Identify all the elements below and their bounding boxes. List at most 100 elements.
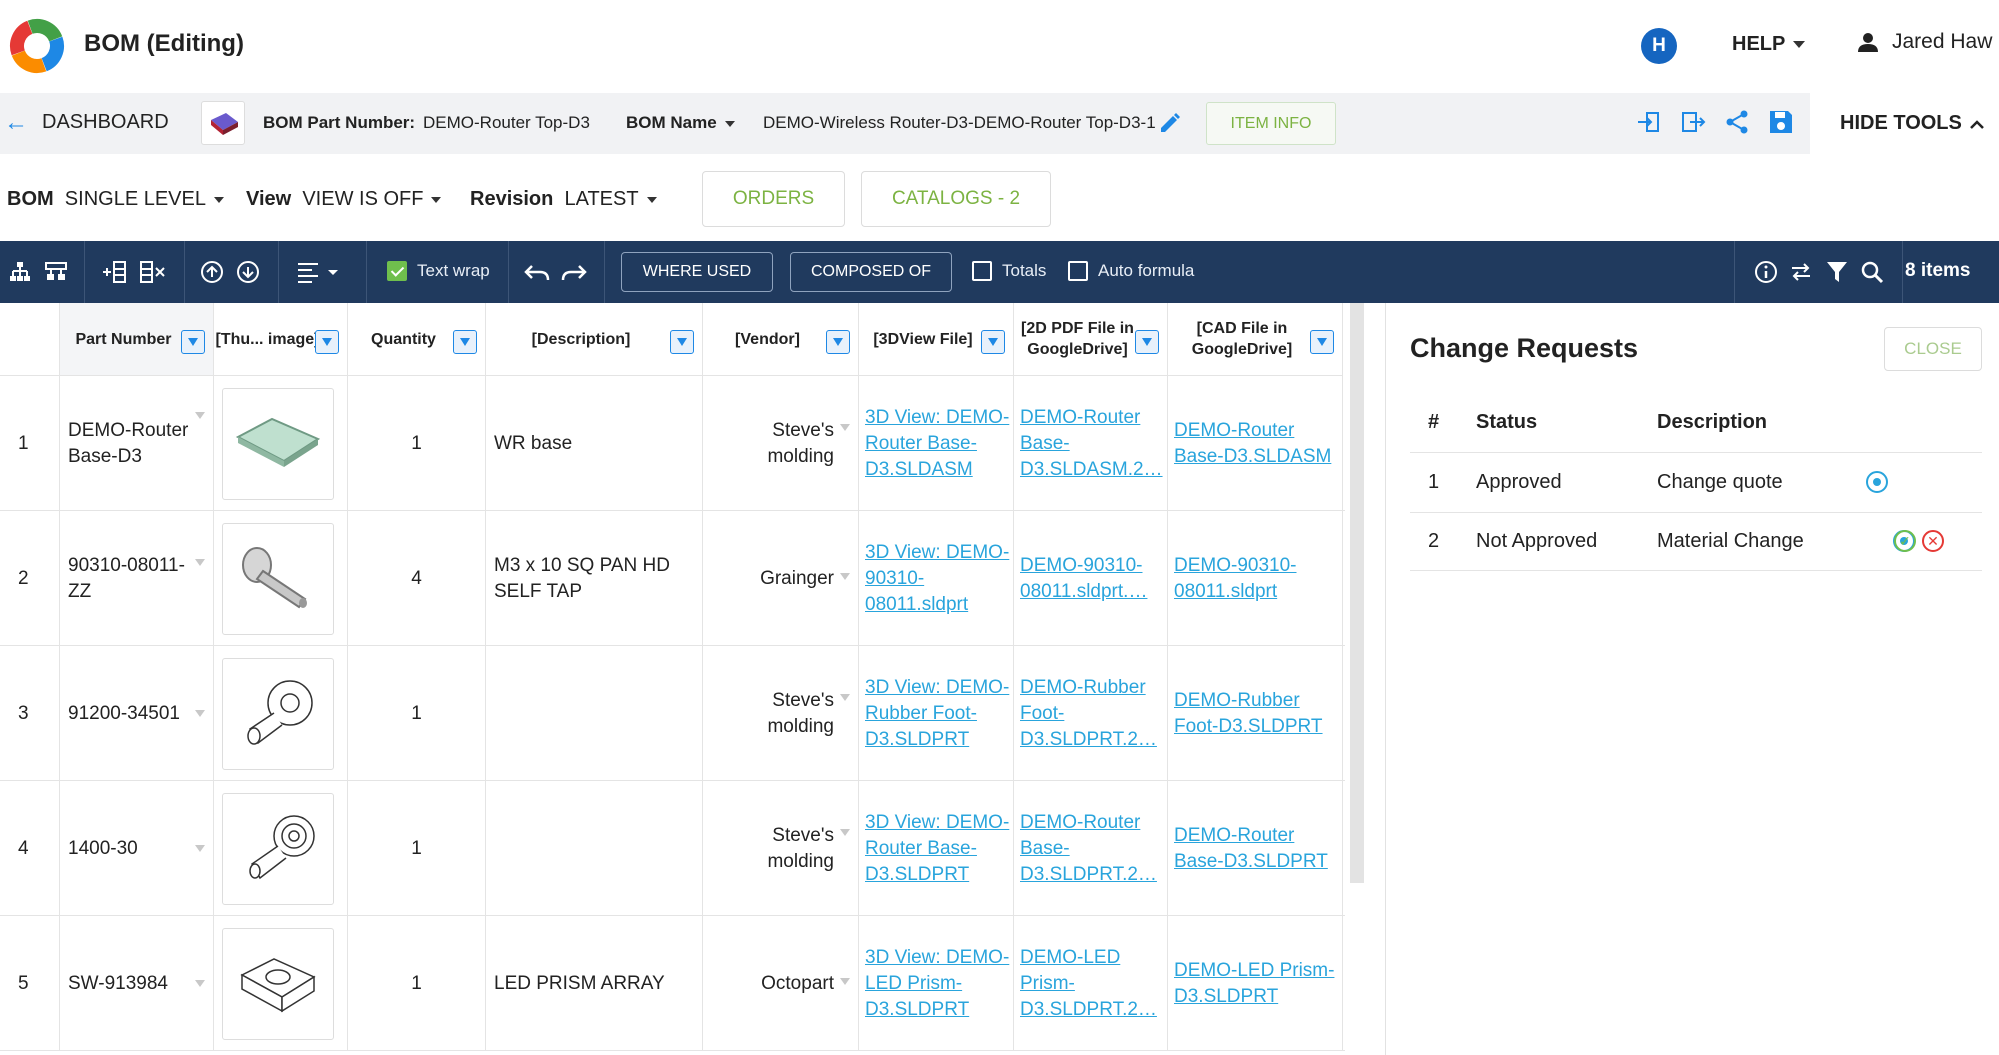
column-filter-icon[interactable] (315, 330, 339, 354)
thumbnail-cell[interactable] (214, 646, 348, 781)
header-3dview-file[interactable]: [3DView File] (859, 303, 1014, 376)
column-filter-icon[interactable] (981, 330, 1005, 354)
vendor-cell[interactable]: Grainger (703, 511, 859, 646)
description-cell[interactable]: LED PRISM ARRAY (486, 916, 703, 1051)
vendor-cell[interactable]: Steve's molding (703, 646, 859, 781)
dashboard-link[interactable]: ← DASHBOARD (4, 110, 169, 134)
revision-dropdown[interactable]: Revision LATEST (470, 188, 657, 211)
view-icon[interactable] (1866, 471, 1888, 493)
move-down-icon[interactable] (236, 260, 260, 284)
part-image[interactable] (222, 522, 334, 635)
vendor-cell[interactable]: Steve's molding (703, 376, 859, 511)
3dview-link[interactable]: 3D View: DEMO-90310-08011.sldprt (865, 540, 1013, 618)
totals-checkbox[interactable]: Totals (972, 261, 1046, 281)
column-filter-icon[interactable] (453, 330, 477, 354)
where-used-button[interactable]: WHERE USED (621, 252, 773, 292)
header-part-number[interactable]: Part Number (60, 303, 214, 376)
vendor-cell[interactable]: Steve's molding (703, 781, 859, 916)
header-thumbnail[interactable]: [Thu... image] (214, 303, 348, 376)
header-cad-file[interactable]: [CAD File in GoogleDrive] (1168, 303, 1343, 376)
quantity-cell[interactable]: 1 (348, 646, 486, 781)
app-logo-icon[interactable] (8, 17, 66, 75)
quantity-cell[interactable]: 1 (348, 376, 486, 511)
quantity-cell[interactable]: 4 (348, 511, 486, 646)
thumbnail-cell[interactable] (214, 916, 348, 1051)
thumbnail-cell[interactable] (214, 511, 348, 646)
description-cell[interactable] (486, 781, 703, 916)
cell-dropdown-icon[interactable] (195, 412, 205, 419)
cell-dropdown-icon[interactable] (195, 710, 205, 717)
view-dropdown[interactable]: View VIEW IS OFF (246, 188, 442, 211)
bom-name-dropdown[interactable]: BOM Name (626, 113, 735, 133)
cad-link[interactable]: DEMO-LED Prism-D3.SLDPRT (1174, 958, 1342, 1010)
header-2d-pdf-file[interactable]: [2D PDF File in GoogleDrive] (1014, 303, 1168, 376)
cell-dropdown-icon[interactable] (840, 424, 850, 431)
part-number-cell[interactable]: 91200-34501 (60, 646, 214, 781)
move-up-icon[interactable] (200, 260, 224, 284)
table-row[interactable]: 3 91200-34501 1 Steve's molding 3D View:… (0, 646, 1345, 781)
pdf-link[interactable]: DEMO-Rubber Foot-D3.SLDPRT.2… (1020, 675, 1167, 753)
column-filter-icon[interactable] (1310, 330, 1334, 354)
table-row[interactable]: 1 DEMO-Router Base-D3 1 WR base Steve's … (0, 376, 1345, 511)
pdf-link[interactable]: DEMO-Router Base-D3.SLDASM.2… (1020, 405, 1167, 483)
quantity-cell[interactable]: 1 (348, 781, 486, 916)
search-icon[interactable] (1860, 260, 1884, 284)
help-menu[interactable]: HELP (1732, 33, 1806, 56)
pdf-link[interactable]: DEMO-90310-08011.sldprt.… (1020, 553, 1167, 605)
thumbnail-cell[interactable] (214, 376, 348, 511)
description-cell[interactable]: M3 x 10 SQ PAN HD SELF TAP (486, 511, 703, 646)
header-quantity[interactable]: Quantity (348, 303, 486, 376)
export-icon[interactable] (1680, 109, 1706, 135)
avatar[interactable]: H (1641, 28, 1677, 64)
hide-tools-toggle[interactable]: HIDE TOOLS (1810, 93, 1999, 154)
cad-link[interactable]: DEMO-90310-08011.sldprt (1174, 553, 1342, 605)
cad-link[interactable]: DEMO-Router Base-D3.SLDPRT (1174, 823, 1342, 875)
table-row[interactable]: 2 90310-08011-ZZ 4 M3 x 10 SQ PAN HD SEL… (0, 511, 1345, 646)
part-thumbnail[interactable] (201, 101, 245, 145)
share-icon[interactable] (1724, 109, 1750, 135)
cell-dropdown-icon[interactable] (195, 845, 205, 852)
3dview-link[interactable]: 3D View: DEMO-LED Prism-D3.SLDPRT (865, 945, 1013, 1023)
column-filter-icon[interactable] (670, 330, 694, 354)
undo-icon[interactable] (524, 262, 550, 282)
delete-column-icon[interactable] (139, 260, 167, 284)
cell-dropdown-icon[interactable] (840, 573, 850, 580)
part-number-cell[interactable]: 90310-08011-ZZ (60, 511, 214, 646)
edit-pencil-icon[interactable] (1158, 111, 1182, 135)
cad-link[interactable]: DEMO-Rubber Foot-D3.SLDPRT (1174, 688, 1342, 740)
cad-link[interactable]: DEMO-Router Base-D3.SLDASM (1174, 418, 1342, 470)
quantity-cell[interactable]: 1 (348, 916, 486, 1051)
cell-dropdown-icon[interactable] (840, 978, 850, 985)
hierarchy-icon[interactable] (8, 260, 32, 284)
part-number-cell[interactable]: 1400-30 (60, 781, 214, 916)
add-column-icon[interactable] (101, 260, 127, 284)
approve-icon[interactable]: ✓ (1894, 530, 1916, 552)
table-scrollbar[interactable] (1350, 303, 1364, 883)
swap-icon[interactable] (1789, 260, 1813, 284)
table-row[interactable]: 5 SW-913984 1 LED PRISM ARRAY Octopart 3… (0, 916, 1345, 1051)
redo-icon[interactable] (561, 262, 587, 282)
import-icon[interactable] (1636, 109, 1662, 135)
column-filter-icon[interactable] (826, 330, 850, 354)
thumbnail-cell[interactable] (214, 781, 348, 916)
info-icon[interactable] (1754, 260, 1778, 284)
item-info-button[interactable]: ITEM INFO (1206, 102, 1336, 145)
auto-formula-checkbox[interactable]: Auto formula (1068, 261, 1194, 281)
save-icon[interactable] (1768, 109, 1794, 135)
3dview-link[interactable]: 3D View: DEMO-Rubber Foot-D3.SLDPRT (865, 675, 1013, 753)
part-image[interactable] (222, 657, 334, 770)
user-menu[interactable]: Jared Haw (1858, 30, 1992, 54)
description-cell[interactable] (486, 646, 703, 781)
table-row[interactable]: 4 1400-30 1 Steve's molding 3D View: DEM… (0, 781, 1345, 916)
part-number-cell[interactable]: DEMO-Router Base-D3 (60, 376, 214, 511)
cell-dropdown-icon[interactable] (195, 980, 205, 987)
close-button[interactable]: CLOSE (1884, 327, 1982, 371)
catalogs-button[interactable]: CATALOGS - 2 (861, 171, 1051, 227)
3dview-link[interactable]: 3D View: DEMO-Router Base-D3.SLDASM (865, 405, 1013, 483)
cell-dropdown-icon[interactable] (840, 829, 850, 836)
vendor-cell[interactable]: Octopart (703, 916, 859, 1051)
hierarchy-collapse-icon[interactable] (44, 260, 68, 284)
pdf-link[interactable]: DEMO-LED Prism-D3.SLDPRT.2… (1020, 945, 1167, 1023)
part-image[interactable] (222, 387, 334, 500)
header-description[interactable]: [Description] (486, 303, 703, 376)
